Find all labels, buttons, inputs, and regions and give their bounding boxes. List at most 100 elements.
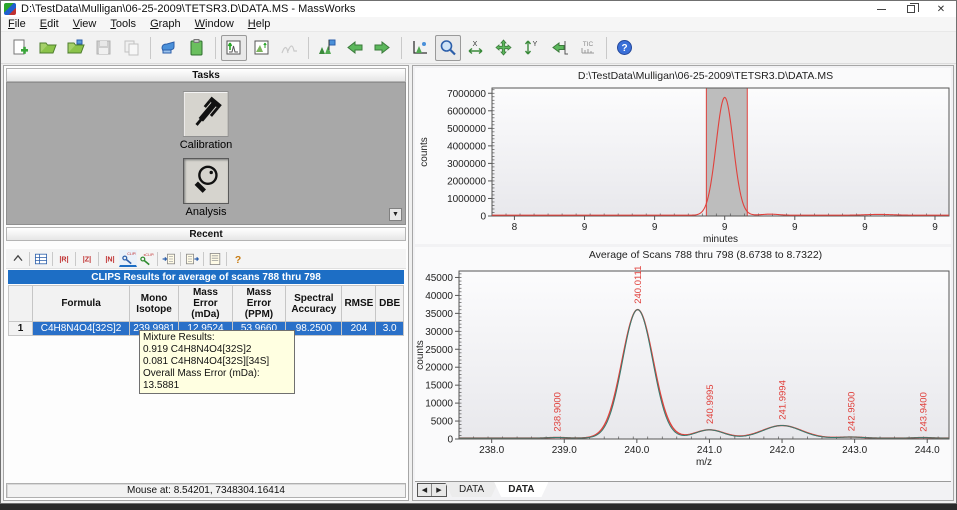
help-button[interactable]: ?: [229, 250, 247, 267]
column-header[interactable]: Mass Error(mDa): [179, 286, 233, 322]
chromatogram-chart[interactable]: D:\TestData\Mulligan\06-25-2009\TETSR3.D…: [415, 68, 951, 244]
results-toolbar-separator: [29, 252, 30, 266]
copy-icon: [122, 38, 142, 58]
minimize-button[interactable]: [866, 1, 896, 17]
results-table[interactable]: FormulaMonoIsotopeMass Error(mDa)Mass Er…: [8, 285, 404, 336]
restore-icon: [907, 5, 915, 13]
svg-text:Average of Scans 788 thru 798: Average of Scans 788 thru 798 (8.6738 to…: [589, 249, 822, 261]
range-z-icon: |Z|: [79, 251, 95, 267]
range-z-button[interactable]: |Z|: [78, 250, 96, 267]
tab-scroll-right-button[interactable]: ▶: [432, 484, 446, 496]
export-list-button[interactable]: [183, 250, 201, 267]
sclips-button[interactable]: sCLIPS: [137, 250, 155, 267]
tooltip-line: Mixture Results:: [143, 332, 291, 344]
svg-text:8: 8: [512, 222, 518, 233]
svg-text:?: ?: [621, 43, 627, 54]
menu-file[interactable]: File: [1, 17, 33, 31]
clips-icon: CLIPS: [120, 250, 136, 266]
scale-y-button[interactable]: Y: [519, 35, 545, 61]
new-analysis-button[interactable]: [7, 35, 33, 61]
arrow-right-icon: ▶: [436, 486, 441, 494]
overlay-view-button[interactable]: [277, 35, 303, 61]
autoscale-button[interactable]: [491, 35, 517, 61]
spectrum-view-button[interactable]: [249, 35, 275, 61]
calibration-icon: [317, 38, 337, 58]
print-button[interactable]: [156, 35, 182, 61]
svg-text:25000: 25000: [425, 345, 453, 356]
svg-text:239.0: 239.0: [552, 445, 577, 456]
svg-text:m/z: m/z: [696, 457, 712, 468]
menu-help[interactable]: Help: [241, 17, 278, 31]
task-calibration[interactable]: Calibration: [180, 91, 233, 151]
range-n-icon: |N|: [102, 251, 118, 267]
restore-button[interactable]: [896, 1, 926, 17]
menu-bar: FileEditViewToolsGraphWindowHelp: [1, 17, 956, 32]
left-panel: Tasks AnalysisCalibration ▼ Recent |R||Z…: [3, 65, 409, 501]
copy-button[interactable]: [119, 35, 145, 61]
right-panel: D:\TestData\Mulligan\06-25-2009\TETSR3.D…: [412, 65, 954, 501]
chromatogram-view-button[interactable]: [221, 35, 247, 61]
svg-text:9: 9: [792, 222, 798, 233]
zoom-button[interactable]: [435, 35, 461, 61]
open-method-button[interactable]: [63, 35, 89, 61]
svg-text:5000000: 5000000: [447, 124, 486, 135]
arrow-left-icon: ◀: [422, 486, 427, 494]
import-icon: [161, 251, 177, 267]
table-cell: C4H8N4O4[32S]2: [33, 322, 130, 336]
scale-x-button[interactable]: X: [463, 35, 489, 61]
about-button[interactable]: ?: [612, 35, 638, 61]
export-icon: [184, 251, 200, 267]
mixture-results-tooltip: Mixture Results: 0.919 C4H8N4O4[32S]2 0.…: [139, 330, 295, 394]
tab-scroll-left-button[interactable]: ◀: [418, 484, 432, 496]
peak-label: 242.9500: [847, 392, 858, 432]
svg-text:counts: counts: [415, 340, 426, 369]
column-header[interactable]: Formula: [33, 286, 130, 322]
menu-graph[interactable]: Graph: [143, 17, 188, 31]
clips-button[interactable]: CLIPS: [119, 250, 137, 267]
calibration-peaks-button[interactable]: [314, 35, 340, 61]
svg-text:sCLIPS: sCLIPS: [144, 253, 154, 257]
tic-button[interactable]: TIC: [575, 35, 601, 61]
grid-view-button[interactable]: [32, 250, 50, 267]
column-header[interactable]: MonoIsotope: [129, 286, 178, 322]
svg-text:|N|: |N|: [105, 254, 114, 263]
column-header[interactable]: [9, 286, 33, 322]
back-button[interactable]: [342, 35, 368, 61]
tab-data-active[interactable]: DATA: [494, 482, 548, 497]
column-header[interactable]: SpectralAccuracy: [286, 286, 342, 322]
import-list-button[interactable]: [160, 250, 178, 267]
open-data-button[interactable]: [35, 35, 61, 61]
menu-view[interactable]: View: [66, 17, 104, 31]
scale-x-icon: X: [466, 38, 486, 58]
tooltip-line: Overall Mass Error (mDa): 13.5881: [143, 368, 291, 392]
paste-clipboard-button[interactable]: [184, 35, 210, 61]
peaks-icon: [280, 38, 300, 58]
main-toolbar: X Y TIC?: [1, 32, 956, 64]
task-label: Analysis: [183, 206, 229, 218]
arrow-right-icon: [373, 38, 393, 58]
spectrum-chart[interactable]: Average of Scans 788 thru 798 (8.6738 to…: [415, 247, 951, 486]
menu-window[interactable]: Window: [188, 17, 241, 31]
column-header[interactable]: Mass Error(PPM): [232, 286, 286, 322]
axes-icon: [410, 38, 430, 58]
tasks-dropdown-button[interactable]: ▼: [389, 208, 402, 221]
full-scale-button[interactable]: [407, 35, 433, 61]
elements-button[interactable]: [206, 250, 224, 267]
tab-data[interactable]: DATA: [445, 482, 498, 497]
collapse-button[interactable]: [9, 250, 27, 267]
column-header[interactable]: RMSE: [342, 286, 376, 322]
column-header[interactable]: DBE: [376, 286, 404, 322]
close-button[interactable]: ✕: [926, 1, 956, 17]
toolbar-separator: [215, 37, 216, 59]
previous-scale-button[interactable]: [547, 35, 573, 61]
tab-scroll-buttons: ◀▶: [417, 483, 447, 497]
range-r-button[interactable]: |R|: [55, 250, 73, 267]
save-button[interactable]: [91, 35, 117, 61]
forward-button[interactable]: [370, 35, 396, 61]
menu-edit[interactable]: Edit: [33, 17, 66, 31]
svg-text:1000000: 1000000: [447, 194, 486, 205]
range-n-button[interactable]: |N|: [101, 250, 119, 267]
app-icon: [4, 3, 16, 15]
menu-tools[interactable]: Tools: [103, 17, 143, 31]
task-analysis[interactable]: Analysis: [183, 158, 229, 218]
